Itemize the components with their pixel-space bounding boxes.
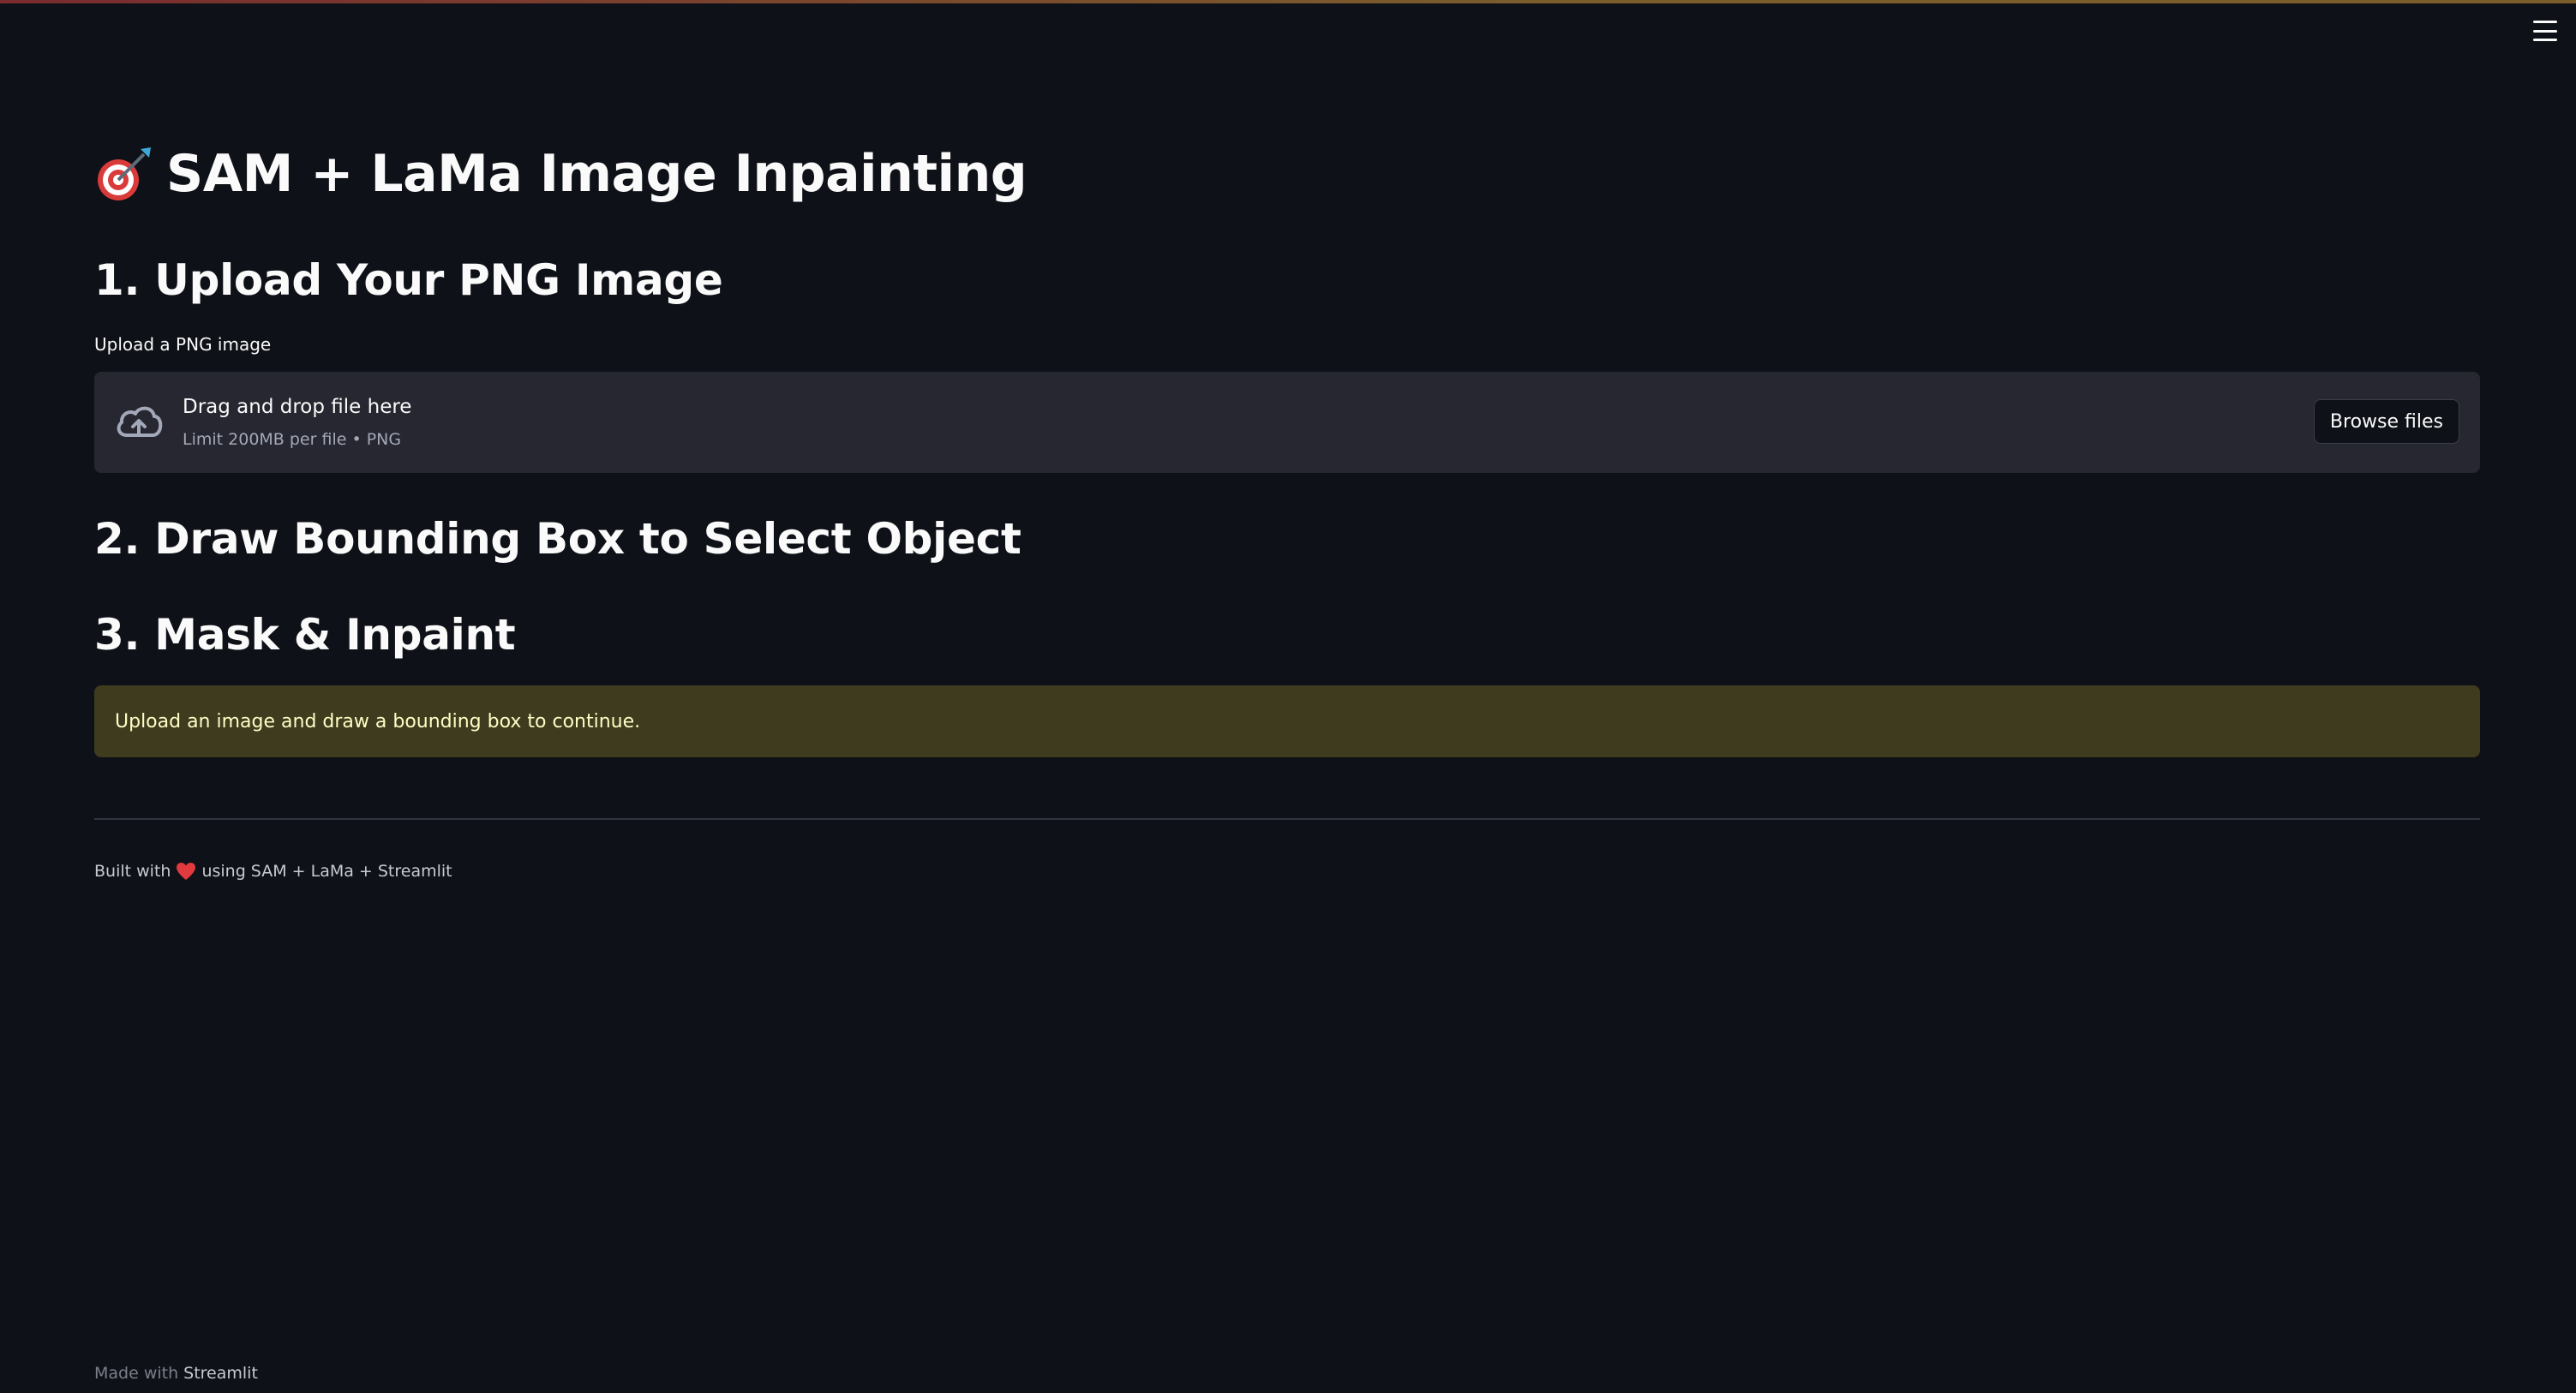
uploader-label: Upload a PNG image bbox=[94, 334, 272, 355]
section-heading-mask-inpaint: 3. Mask & Inpaint bbox=[94, 610, 516, 660]
divider bbox=[94, 818, 2480, 820]
footer-streamlit-link[interactable]: Streamlit bbox=[183, 1364, 258, 1383]
credits-line: Built with using SAM + LaMa + Streamlit bbox=[94, 862, 452, 881]
main-menu-icon[interactable] bbox=[2533, 21, 2557, 41]
dropzone-instructions: Drag and drop file here bbox=[183, 396, 412, 418]
file-dropzone[interactable]: Drag and drop file here Limit 200MB per … bbox=[94, 372, 2480, 473]
dropzone-limit-text: Limit 200MB per file • PNG bbox=[183, 430, 402, 449]
section-heading-upload: 1. Upload Your PNG Image bbox=[94, 255, 723, 305]
credits-suffix: using SAM + LaMa + Streamlit bbox=[201, 862, 452, 881]
footer-prefix: Made with bbox=[94, 1364, 179, 1383]
page-title-row: SAM + LaMa Image Inpainting bbox=[94, 144, 1027, 204]
browse-files-button[interactable]: Browse files bbox=[2313, 399, 2459, 444]
warning-alert: Upload an image and draw a bounding box … bbox=[94, 685, 2480, 757]
cloud-upload-icon bbox=[113, 401, 165, 444]
target-dart-icon bbox=[94, 144, 154, 204]
page-title: SAM + LaMa Image Inpainting bbox=[166, 144, 1027, 204]
warning-text: Upload an image and draw a bounding box … bbox=[115, 710, 641, 732]
credits-prefix: Built with bbox=[94, 862, 171, 881]
section-heading-bounding-box: 2. Draw Bounding Box to Select Object bbox=[94, 514, 1021, 564]
heart-icon bbox=[176, 862, 196, 881]
top-decoration-bar bbox=[0, 0, 2576, 3]
footer: Made with Streamlit bbox=[94, 1364, 258, 1383]
